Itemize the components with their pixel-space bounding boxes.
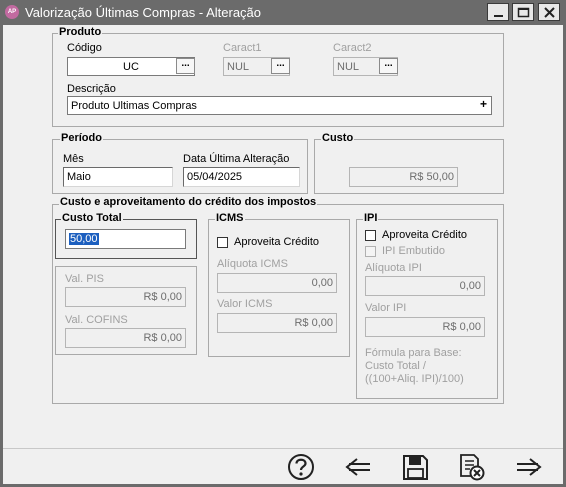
- cancel-button[interactable]: [457, 452, 487, 482]
- ipi-title: IPI: [363, 212, 379, 224]
- custo-total-input[interactable]: 50,00: [65, 229, 186, 249]
- window: AP Valorização Últimas Compras - Alteraç…: [0, 0, 566, 487]
- caract1-label: Caract1: [223, 42, 262, 54]
- valor-ipi-label: Valor IPI: [365, 302, 407, 314]
- custo-title: Custo: [321, 132, 355, 144]
- maximize-icon: [517, 7, 530, 18]
- cofins-label: Val. COFINS: [65, 314, 128, 326]
- forward-arrow-icon: [517, 458, 542, 476]
- pis-label: Val. PIS: [65, 273, 104, 285]
- periodo-title: Período: [60, 132, 103, 144]
- back-arrow-icon: [345, 458, 370, 476]
- aliquota-icms-field: 0,00: [217, 273, 337, 293]
- mes-label: Mês: [63, 153, 84, 165]
- aliquota-icms-label: Alíquota ICMS: [217, 258, 288, 270]
- codigo-label: Código: [67, 42, 102, 54]
- mes-input[interactable]: Maio: [63, 167, 173, 187]
- icms-title: ICMS: [215, 212, 245, 224]
- caract2-label: Caract2: [333, 42, 372, 54]
- ipi-aproveita-credito-checkbox[interactable]: [365, 230, 376, 241]
- caract1-lookup-button[interactable]: ...: [271, 58, 290, 74]
- descricao-input[interactable]: Produto Ultimas Compras: [67, 96, 492, 115]
- codigo-lookup-button[interactable]: ...: [176, 58, 195, 74]
- forward-button[interactable]: [514, 452, 544, 482]
- maximize-button[interactable]: [512, 3, 534, 21]
- custo-total-title: Custo Total: [61, 212, 123, 224]
- valor-icms-field: R$ 0,00: [217, 313, 337, 333]
- caract2-lookup-button[interactable]: ...: [379, 58, 398, 74]
- data-ultima-alteracao-label: Data Última Alteração: [183, 153, 290, 165]
- close-button[interactable]: [538, 3, 560, 21]
- pis-value-field: R$ 0,00: [65, 287, 186, 307]
- icms-aproveita-credito-label: Aproveita Crédito: [234, 236, 319, 248]
- descricao-label: Descrição: [67, 83, 116, 95]
- impostos-title: Custo e aproveitamento do crédito dos im…: [59, 196, 318, 208]
- app-icon: AP: [5, 5, 19, 19]
- help-button[interactable]: [286, 452, 316, 482]
- title-bar: AP Valorização Últimas Compras - Alteraç…: [0, 0, 566, 25]
- close-icon: [544, 7, 555, 18]
- aliquota-ipi-field: 0,00: [365, 276, 485, 296]
- back-button[interactable]: [343, 452, 373, 482]
- valor-icms-label: Valor ICMS: [217, 298, 273, 310]
- valor-ipi-field: R$ 0,00: [365, 317, 485, 337]
- custo-total-value: 50,00: [69, 233, 99, 245]
- window-title: Valorização Últimas Compras - Alteração: [25, 5, 262, 20]
- ipi-aproveita-credito-label: Aproveita Crédito: [382, 229, 467, 241]
- help-icon: [288, 454, 314, 480]
- cofins-value-field: R$ 0,00: [65, 328, 186, 348]
- descricao-add-button[interactable]: +: [476, 97, 491, 113]
- ipi-embutido-label: IPI Embutido: [382, 245, 445, 257]
- save-icon: [403, 455, 428, 480]
- save-button[interactable]: [400, 452, 430, 482]
- custo-value-field: R$ 50,00: [349, 167, 458, 187]
- icms-aproveita-credito-checkbox[interactable]: [217, 237, 228, 248]
- formula-line-2: Custo Total /: [365, 360, 426, 372]
- minimize-icon: [494, 15, 503, 17]
- cancel-document-icon: [460, 454, 485, 481]
- aliquota-ipi-label: Alíquota IPI: [365, 262, 422, 274]
- formula-line-1: Fórmula para Base:: [365, 347, 462, 359]
- minimize-button[interactable]: [487, 3, 509, 21]
- data-ultima-alteracao-input[interactable]: 05/04/2025: [183, 167, 300, 187]
- produto-title: Produto: [58, 26, 103, 38]
- ipi-embutido-checkbox: [365, 246, 376, 257]
- formula-line-3: ((100+Aliq. IPI)/100): [365, 373, 464, 385]
